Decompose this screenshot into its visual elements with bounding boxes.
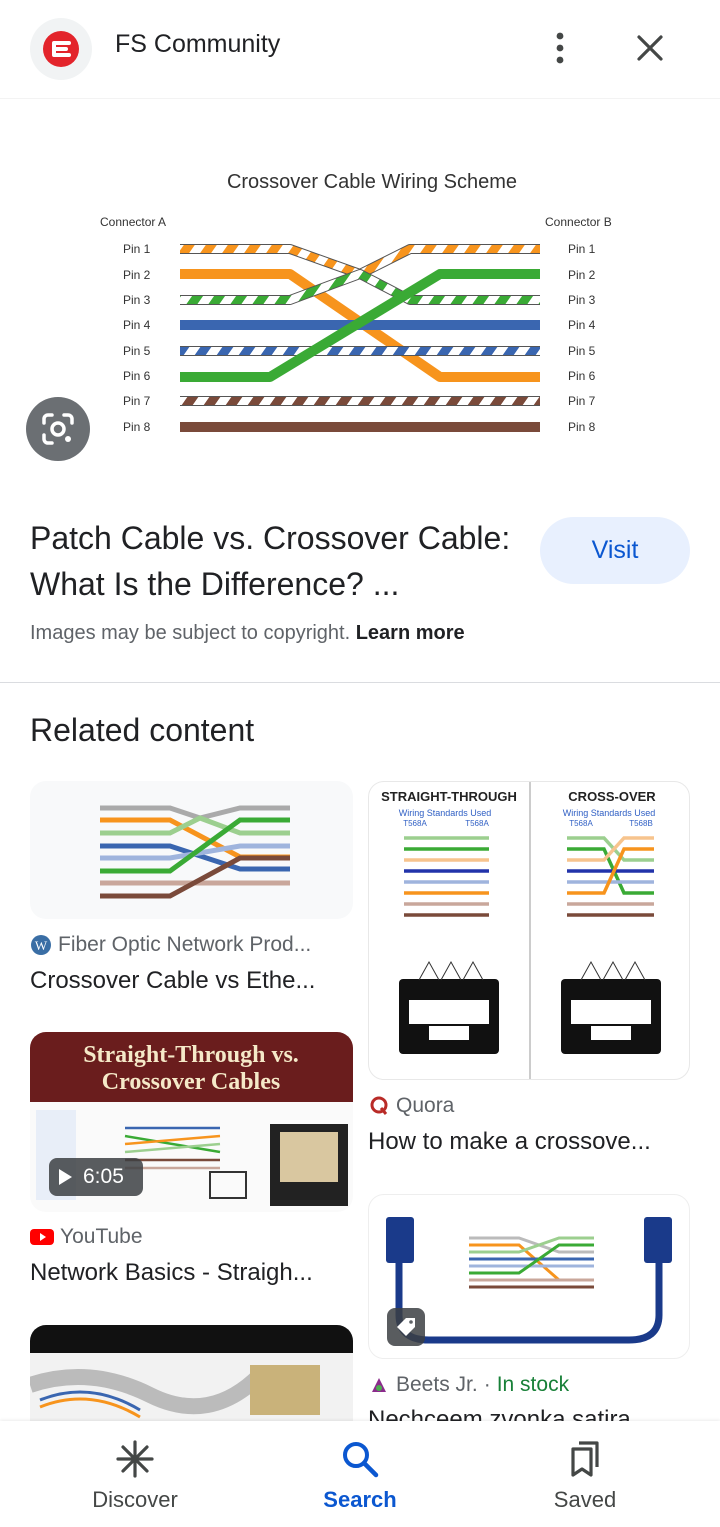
pin-label-right: Pin 1 xyxy=(568,242,596,256)
pin-label-right: Pin 7 xyxy=(568,394,596,408)
bottom-navigation: Discover Search Saved xyxy=(0,1421,720,1527)
related-card-source: YouTube xyxy=(30,1225,143,1249)
divider xyxy=(0,682,720,683)
thumb-line-2: Crossover Cables xyxy=(102,1069,280,1095)
video-duration-badge: 6:05 xyxy=(49,1158,143,1196)
wordpress-icon: W xyxy=(31,935,51,955)
standard-a-right: T568A xyxy=(569,819,593,828)
bookmarks-icon xyxy=(571,1441,599,1477)
straight-through-heading: STRAIGHT-THROUGH xyxy=(381,789,517,804)
close-button[interactable] xyxy=(630,28,670,68)
more-vert-icon xyxy=(556,32,564,64)
standard-a-left-2: T568A xyxy=(465,819,489,828)
visit-button[interactable]: Visit xyxy=(540,517,690,584)
standard-b-right: T568B xyxy=(629,819,653,828)
related-card-source: Beets Jr. · In stock xyxy=(368,1373,569,1397)
related-card-source: W Fiber Optic Network Prod... xyxy=(30,933,311,957)
straight-vs-cross-thumbnail: STRAIGHT-THROUGH CROSS-OVER Wiring Stand… xyxy=(381,782,661,1079)
quora-icon xyxy=(370,1096,388,1115)
nav-saved-label: Saved xyxy=(553,1487,617,1512)
related-card-title[interactable]: Network Basics - Straigh... xyxy=(30,1259,313,1287)
pin-label-right: Pin 6 xyxy=(568,369,596,383)
related-card-image[interactable]: STRAIGHT-THROUGH CROSS-OVER Wiring Stand… xyxy=(368,781,690,1080)
pin-label-left: Pin 7 xyxy=(123,394,151,408)
duration-text: 6:05 xyxy=(83,1165,124,1188)
pin-label-right: Pin 3 xyxy=(568,293,596,307)
connector-b-label: Connector B xyxy=(545,215,612,229)
result-title[interactable]: Patch Cable vs. Crossover Cable: What Is… xyxy=(30,515,530,607)
more-options-button[interactable] xyxy=(540,28,580,68)
pin-label-left: Pin 4 xyxy=(123,318,151,332)
site-name: FS Community xyxy=(115,30,281,58)
source-separator: · xyxy=(483,1373,491,1396)
youtube-icon xyxy=(30,1229,54,1245)
result-image[interactable]: Crossover Cable Wiring Scheme Connector … xyxy=(0,98,720,487)
pin-label-right: Pin 8 xyxy=(568,420,596,434)
nav-saved[interactable]: Saved xyxy=(495,1421,675,1527)
learn-more-link[interactable]: Learn more xyxy=(356,622,465,644)
stock-status: In stock xyxy=(496,1373,570,1396)
tag-icon xyxy=(397,1318,415,1336)
store-icon xyxy=(372,1378,386,1392)
wiring-standards-left: Wiring Standards Used xyxy=(399,808,492,818)
related-card-source: Quora xyxy=(368,1094,454,1118)
shopping-tag-button[interactable] xyxy=(387,1308,425,1346)
pin-label-left: Pin 2 xyxy=(123,268,151,282)
nav-discover-label: Discover xyxy=(92,1487,178,1512)
wiring-standards-right: Wiring Standards Used xyxy=(563,808,656,818)
header: FS Community xyxy=(0,0,720,98)
cross-over-heading: CROSS-OVER xyxy=(568,789,656,804)
copyright-text: Images may be subject to copyright. xyxy=(30,622,351,644)
pin-label-left: Pin 8 xyxy=(123,420,151,434)
discover-asterisk-icon xyxy=(116,1440,154,1478)
related-card-title[interactable]: How to make a crossove... xyxy=(368,1128,651,1156)
pin-label-left: Pin 1 xyxy=(123,242,151,256)
lens-search-button[interactable] xyxy=(26,397,90,461)
thumb-line-1: Straight-Through vs. xyxy=(83,1042,299,1068)
pin-label-left: Pin 3 xyxy=(123,293,151,307)
connector-a-label: Connector A xyxy=(100,215,166,229)
wires xyxy=(180,244,540,432)
source-name: YouTube xyxy=(60,1225,143,1248)
close-icon xyxy=(637,35,663,61)
search-icon xyxy=(343,1442,379,1478)
svg-text:W: W xyxy=(35,938,48,953)
pin-label-right: Pin 5 xyxy=(568,344,596,358)
nav-search[interactable]: Search xyxy=(270,1421,450,1527)
fs-logo-icon xyxy=(43,31,79,67)
standard-a-left: T568A xyxy=(403,819,427,828)
source-name: Quora xyxy=(396,1094,455,1117)
nav-discover[interactable]: Discover xyxy=(45,1421,225,1527)
diagram-title: Crossover Cable Wiring Scheme xyxy=(227,171,517,193)
source-name: Beets Jr. xyxy=(396,1373,478,1396)
source-name: Fiber Optic Network Prod... xyxy=(58,933,312,956)
pin-label-left: Pin 5 xyxy=(123,344,151,358)
related-content-heading: Related content xyxy=(30,712,255,748)
related-card-image[interactable] xyxy=(30,781,353,919)
site-logo[interactable] xyxy=(30,18,92,80)
crossover-thumbnail xyxy=(100,805,290,899)
related-card-title[interactable]: Crossover Cable vs Ethe... xyxy=(30,967,315,995)
play-icon xyxy=(59,1169,72,1185)
pin-label-left: Pin 6 xyxy=(123,369,151,383)
google-lens-icon xyxy=(42,413,74,445)
crossover-wiring-diagram: Crossover Cable Wiring Scheme Connector … xyxy=(100,171,612,434)
pin-label-right: Pin 2 xyxy=(568,268,596,282)
copyright-notice: Images may be subject to copyright. Lear… xyxy=(30,622,465,645)
pin-label-right: Pin 4 xyxy=(568,318,596,332)
nav-search-label: Search xyxy=(323,1487,397,1512)
